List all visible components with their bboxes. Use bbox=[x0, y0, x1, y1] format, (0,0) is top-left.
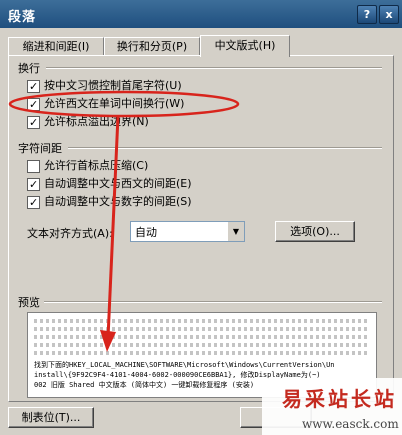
highlight-ellipse bbox=[8, 90, 240, 118]
watermark-url: www.easck.com bbox=[302, 417, 399, 431]
tab-asian-typography[interactable]: 中文版式(H) bbox=[200, 35, 290, 57]
annotation-arrow-shaft bbox=[106, 115, 120, 339]
annotation-overlay bbox=[8, 90, 240, 352]
paragraph-dialog: 段落 ? x 缩进和间距(I) 换行和分页(P) 中文版式(H) 换行 ✓ 按中… bbox=[0, 0, 402, 435]
annotation-arrow-head-icon bbox=[100, 330, 116, 352]
watermark-text: 易采站长站 bbox=[282, 387, 397, 411]
